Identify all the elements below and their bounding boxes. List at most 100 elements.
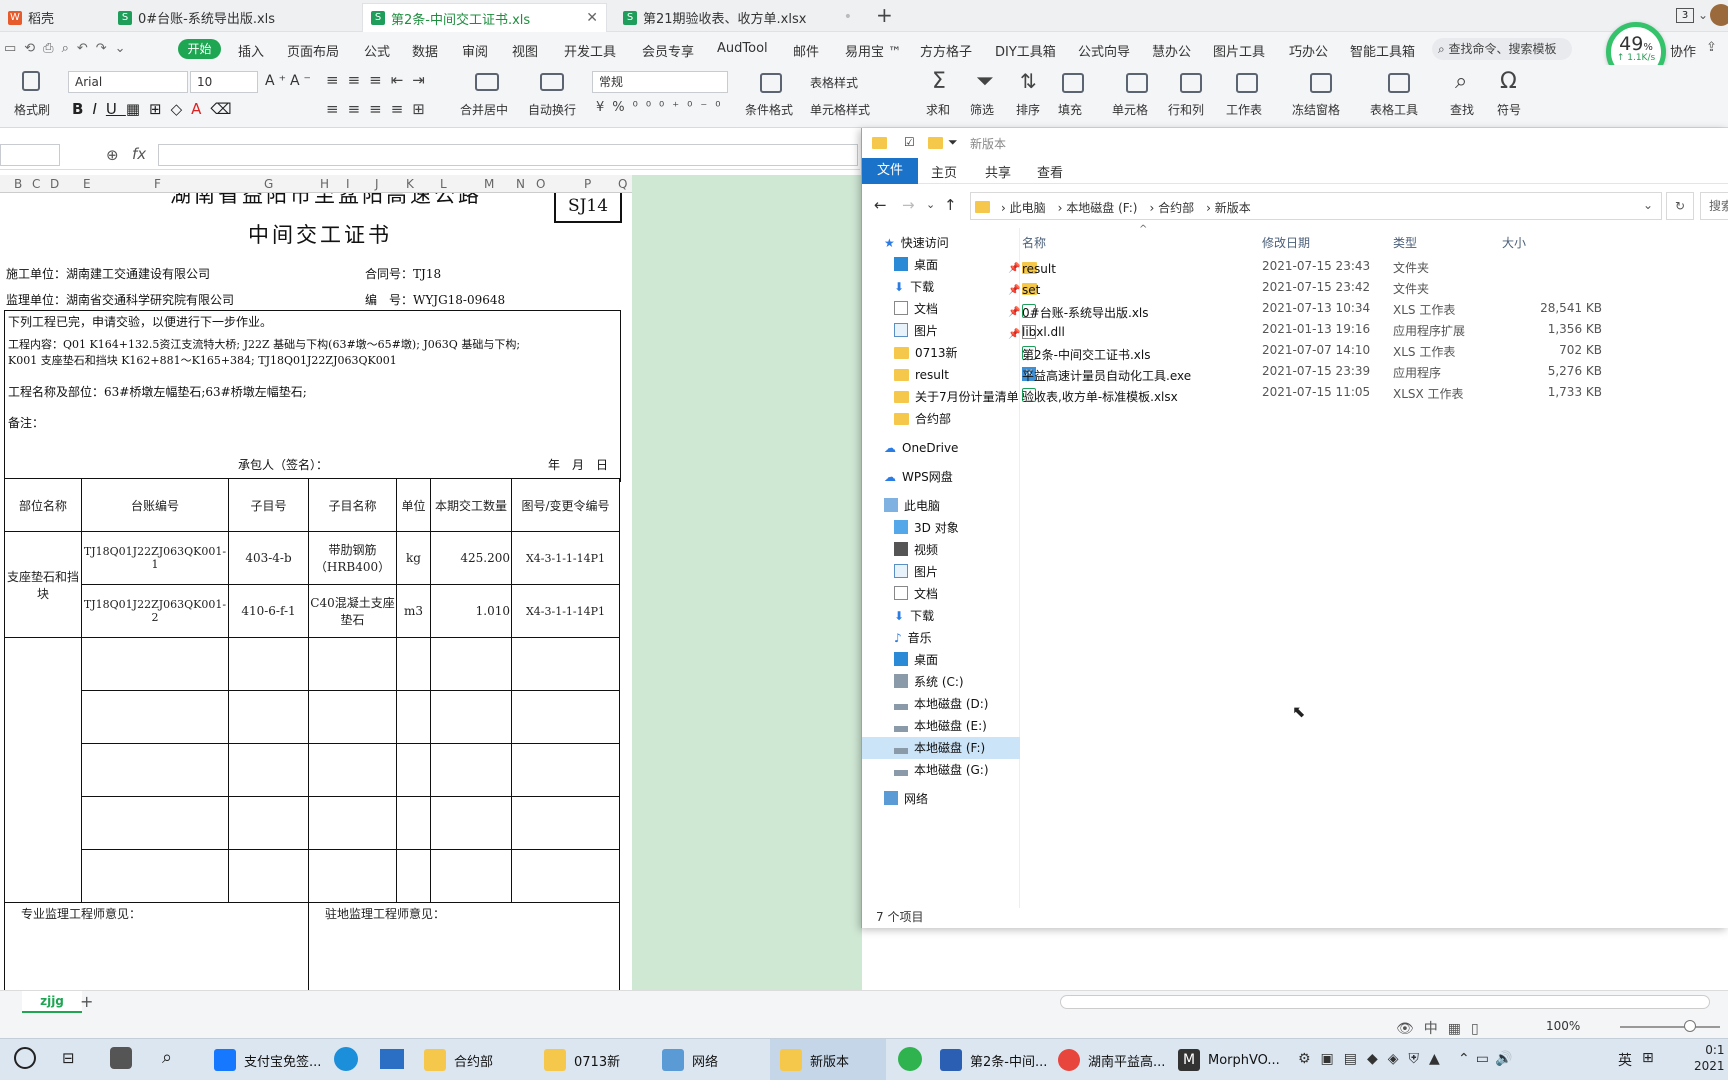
col-header[interactable]: J	[375, 177, 379, 191]
menu-audtool[interactable]: AudTool	[717, 41, 768, 56]
conditional-format-button[interactable]: 条件格式	[745, 101, 793, 118]
menu-mail[interactable]: 邮件	[793, 41, 819, 60]
font-select[interactable]: Arial	[68, 71, 188, 93]
refresh-icon[interactable]: ↻	[1666, 192, 1694, 220]
freeze-panes-button[interactable]: 冻结窗格	[1292, 101, 1340, 118]
tray-status-icons[interactable]: ⌃▭🔊	[1458, 1051, 1518, 1067]
task-view-icon[interactable]: ⊟	[62, 1049, 75, 1067]
file-row[interactable]: ✕ 平益高速计量员自动化工具.exe 2021-07-15 23:39 应用程序 …	[1022, 361, 1722, 383]
col-header[interactable]: M	[484, 177, 494, 191]
ime-icon[interactable]: ⊞	[1642, 1050, 1654, 1066]
file-row[interactable]: 第2条-中间交工证书.xls 2021-07-07 14:10 XLS 工作表 …	[1022, 340, 1722, 362]
worksheet-button[interactable]: 工作表	[1226, 101, 1262, 118]
menu-smart-tools[interactable]: 智能工具箱	[1350, 41, 1415, 60]
taskbar-new-version[interactable]: 新版本	[780, 1049, 849, 1071]
cell-style-button[interactable]: 单元格样式	[810, 101, 870, 118]
nav-item-documents[interactable]: 文档	[894, 298, 938, 320]
up-icon[interactable]: ↑	[944, 196, 957, 214]
sort-button[interactable]: 排序	[1016, 101, 1040, 118]
nav-pc-item[interactable]: 系统 (C:)	[894, 671, 964, 693]
nav-pc-item[interactable]: 桌面	[894, 649, 938, 671]
col-header[interactable]: H	[320, 177, 329, 191]
window-count-badge[interactable]: 3	[1676, 8, 1694, 23]
taskbar-network[interactable]: 网络	[662, 1049, 718, 1071]
format-painter-button[interactable]: 格式刷	[14, 101, 50, 118]
menu-view[interactable]: 视图	[512, 41, 538, 60]
find-button[interactable]: 查找	[1450, 101, 1474, 118]
align-horizontal-icons[interactable]: ≡≡≡≡⊞	[326, 100, 434, 118]
chevron-down-icon[interactable]: ⌄	[1643, 198, 1653, 212]
zoom-slider[interactable]	[1620, 1026, 1720, 1028]
nav-pc-item[interactable]: ♪ 音乐	[894, 627, 932, 649]
nav-this-pc[interactable]: 此电脑	[884, 495, 940, 517]
mail-icon[interactable]	[380, 1049, 404, 1069]
system-tray-icons[interactable]: ⚙▣▤◆◈⛨▲	[1298, 1051, 1450, 1067]
taskbar-contracts[interactable]: 合约部	[424, 1049, 493, 1071]
nav-quick-access[interactable]: ★ 快速访问	[884, 232, 949, 254]
taskbar-0713[interactable]: 0713新	[544, 1049, 620, 1071]
breadcrumb-item[interactable]: 新版本	[1215, 201, 1251, 215]
col-name-header[interactable]: 名称	[1022, 234, 1046, 251]
col-header[interactable]: L	[440, 177, 447, 191]
col-header[interactable]: O	[536, 177, 545, 191]
view-mode-icons[interactable]: 👁中▦▯	[1396, 1018, 1489, 1038]
row-col-button[interactable]: 行和列	[1168, 101, 1204, 118]
menu-huibangong[interactable]: 慧办公	[1152, 41, 1191, 60]
font-grow-shrink-icon[interactable]: A⁺A⁻	[265, 73, 315, 89]
search-icon[interactable]: ⌕	[162, 1047, 172, 1068]
menu-picture-tools[interactable]: 图片工具	[1213, 41, 1265, 60]
align-top-icons[interactable]: ≡≡≡⇤⇥	[326, 71, 434, 89]
nav-pc-item-selected[interactable]: 本地磁盘 (F:)	[862, 737, 1020, 759]
ime-indicator[interactable]: 英	[1618, 1050, 1632, 1070]
nav-wps-drive[interactable]: ☁ WPS网盘	[884, 466, 953, 488]
close-icon[interactable]: •	[844, 9, 852, 25]
nav-pc-item[interactable]: 文档	[894, 583, 938, 605]
col-header[interactable]: B	[14, 177, 22, 191]
command-search[interactable]: ⌕ 查找命令、搜索模板	[1432, 38, 1572, 60]
nav-pc-item[interactable]: 本地磁盘 (G:)	[894, 759, 989, 781]
menu-developer[interactable]: 开发工具	[564, 41, 616, 60]
spreadsheet-grid[interactable]: 湖南省益阳市至盆阳高速公路 中间交工证书 SJ14 施工单位：湖南建工交通建设有…	[0, 193, 632, 990]
merge-center-button[interactable]: 合并居中	[460, 101, 508, 118]
avatar[interactable]	[1710, 4, 1728, 26]
chevron-down-icon[interactable]: ⌄	[1698, 8, 1708, 22]
nav-network[interactable]: 网络	[884, 788, 928, 810]
col-date-header[interactable]: 修改日期	[1262, 234, 1310, 251]
filter-button[interactable]: 筛选	[970, 101, 994, 118]
new-folder-icon[interactable]	[928, 136, 949, 150]
col-header[interactable]: I	[346, 177, 350, 191]
breadcrumb-item[interactable]: 此电脑	[1010, 201, 1046, 215]
back-icon[interactable]: ←	[874, 196, 887, 214]
table-tools-button[interactable]: 表格工具	[1370, 101, 1418, 118]
zoom-slider-handle[interactable]	[1684, 1020, 1696, 1032]
taskbar-alipay[interactable]: 支付宝免签...	[214, 1049, 321, 1071]
close-icon[interactable]: ✕	[586, 10, 598, 26]
number-format-icons[interactable]: ¥%⁰⁰⁰⁺⁰⁻⁰	[596, 100, 728, 115]
wrap-text-icon[interactable]	[540, 73, 564, 91]
file-row[interactable]: 验收表,收方单-标准模板.xlsx 2021-07-15 11:05 XLSX …	[1022, 382, 1722, 404]
col-header[interactable]: K	[406, 177, 414, 191]
tab-share[interactable]: 共享	[985, 162, 1011, 181]
freeze-icon[interactable]	[1310, 73, 1332, 93]
app-icon[interactable]	[898, 1047, 922, 1071]
nav-item-july-list[interactable]: 关于7月份计量清单	[894, 386, 1020, 408]
add-sheet-icon[interactable]: +	[80, 992, 93, 1011]
nav-item-result[interactable]: result	[894, 364, 949, 386]
start-icon[interactable]	[14, 1047, 36, 1069]
nav-pc-item[interactable]: 本地磁盘 (E:)	[894, 715, 987, 737]
col-header[interactable]: F	[154, 177, 161, 191]
forward-icon[interactable]: →	[902, 196, 915, 214]
find-icon[interactable]: ⌕	[1455, 69, 1467, 94]
font-size-select[interactable]: 10	[190, 71, 258, 93]
nav-pc-item[interactable]: 3D 对象	[894, 517, 959, 539]
font-style-icons[interactable]: BIU▦⊞◇A⌫	[72, 100, 241, 118]
breadcrumb-item[interactable]: 合约部	[1158, 201, 1194, 215]
name-box[interactable]	[0, 144, 60, 166]
cells-button[interactable]: 单元格	[1112, 101, 1148, 118]
col-header[interactable]: Q	[618, 177, 627, 191]
tab-daoke[interactable]: W 稻壳	[0, 3, 108, 32]
file-row[interactable]: result 2021-07-15 23:43 文件夹	[1022, 256, 1722, 277]
wrap-text-button[interactable]: 自动换行	[528, 101, 576, 118]
conditional-format-icon[interactable]	[760, 73, 782, 93]
menu-fangfang[interactable]: 方方格子	[920, 41, 972, 60]
